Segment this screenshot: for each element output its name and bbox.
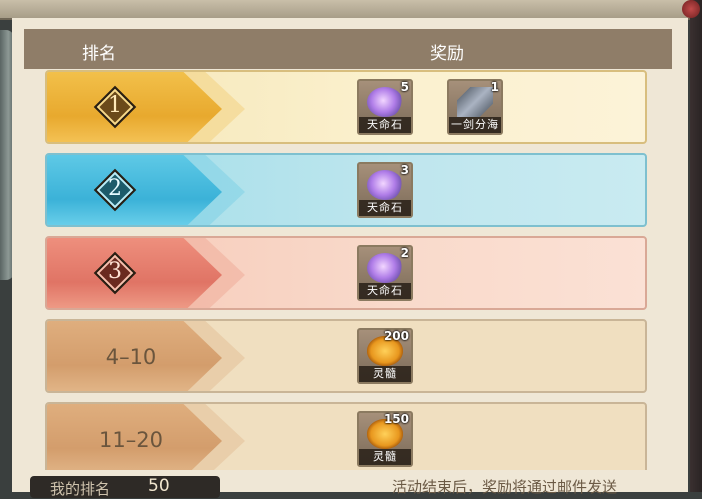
reward-name: 一剑分海 [449,117,501,133]
rank-row-2: 2 3 天命石 [45,153,647,227]
reward-count: 3 [400,163,409,177]
table-header: 排名 奖励 [24,29,672,69]
reward-column-header: 奖励 [430,44,464,64]
reward-item-destiny-stone[interactable]: 5 天命石 [357,79,413,135]
rank-row-11-20: 11–20 150 灵髓 [45,402,647,476]
close-gem-icon[interactable] [682,0,700,18]
my-rank-plate: 我的排名 50 [30,476,220,498]
reward-count: 200 [383,329,409,343]
destiny-stone-icon [367,253,403,283]
rank-badge-red: 3 [93,251,137,295]
rank-badge-blue: 2 [93,168,137,212]
reward-item-sword-scroll[interactable]: 1 一剑分海 [447,79,503,135]
reward-count: 1 [490,80,499,94]
my-rank-value: 50 [148,476,170,496]
reward-item-spirit-marrow[interactable]: 150 灵髓 [357,411,413,467]
rank-badge-gold: 1 [93,85,137,129]
sword-scroll-icon [457,87,493,117]
destiny-stone-icon [367,170,403,200]
rank-column-header: 排名 [82,44,116,64]
reward-name: 天命石 [359,283,411,299]
rank-row-1: 1 5 天命石 1 一剑分海 [45,70,647,144]
rank-number: 3 [108,259,122,284]
reward-item-spirit-marrow[interactable]: 200 灵髓 [357,328,413,384]
my-rank-label: 我的排名 [50,480,111,498]
reward-name: 天命石 [359,200,411,216]
reward-item-destiny-stone[interactable]: 3 天命石 [357,162,413,218]
window-frame-top [0,0,702,20]
window-frame-right [690,0,702,492]
rank-row-3: 3 2 天命石 [45,236,647,310]
destiny-stone-icon [367,87,403,117]
reward-name: 灵髓 [359,449,411,465]
reward-count: 5 [400,80,409,94]
reward-item-destiny-stone[interactable]: 2 天命石 [357,245,413,301]
reward-name: 天命石 [359,117,411,133]
rank-number: 1 [108,93,122,118]
rank-range: 4–10 [105,345,157,369]
reward-count: 2 [400,246,409,260]
rank-range: 11–20 [99,428,163,452]
reward-name: 灵髓 [359,366,411,382]
rank-number: 2 [108,176,122,201]
reward-count: 150 [383,412,409,426]
mail-notice-text: 活动结束后，奖励将通过邮件发送 [392,478,618,496]
rank-row-4-10: 4–10 200 灵髓 [45,319,647,393]
